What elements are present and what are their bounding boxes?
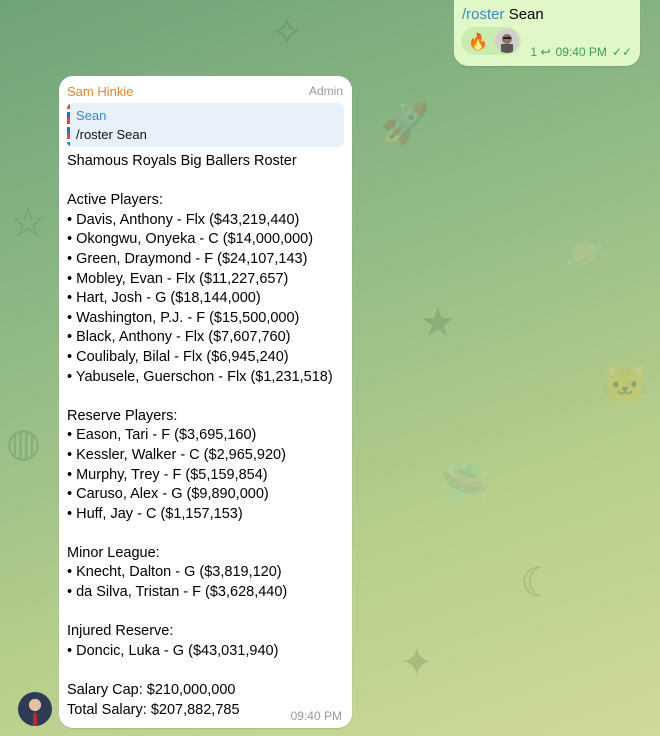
roster-text: Shamous Royals Big Ballers Roster Active …: [67, 152, 349, 720]
roster-line: • Hart, Josh - G ($18,144,000): [67, 290, 261, 307]
rocket-icon: 🚀: [380, 102, 430, 146]
roster-line: Salary Cap: $210,000,000: [67, 682, 236, 699]
quoted-sender: Sean: [76, 108, 107, 123]
roster-line: • Washington, P.J. - F ($15,500,000): [67, 309, 300, 326]
read-checkmarks-icon: ✓✓: [611, 45, 632, 59]
roster-line: Injured Reserve:: [67, 623, 174, 640]
reaction-chip[interactable]: 🔥: [461, 27, 521, 55]
fire-reaction-icon: 🔥: [468, 34, 488, 51]
roster-line: • Coulibaly, Bilal - Flx ($6,945,240): [67, 348, 289, 365]
star-icon: ✦: [400, 641, 434, 685]
bot-command-link[interactable]: /roster: [462, 6, 505, 23]
reply-quote[interactable]: Sean /roster Sean: [67, 103, 344, 147]
command-argument: Sean: [508, 6, 544, 23]
quoted-text: /roster Sean: [76, 127, 147, 142]
roster-line: • Eason, Tari - F ($3,695,160): [67, 427, 257, 444]
roster-line: • Kessler, Walker - C ($2,965,920): [67, 446, 286, 463]
roster-line: • Mobley, Evan - Flx ($11,227,657): [67, 270, 289, 287]
ufo-icon: 🛸: [440, 462, 490, 506]
roster-line: • Doncic, Luka - G ($43,031,940): [67, 642, 279, 659]
roster-line: • Yabusele, Guerschon - Flx ($1,231,518): [67, 368, 333, 385]
message-time: 09:40 PM: [290, 709, 342, 723]
planet-icon: ◍: [6, 421, 41, 465]
quote-bar: [67, 103, 70, 147]
star-icon: ☆: [10, 201, 46, 245]
cat-icon: 🐱: [600, 362, 650, 406]
roster-line: • da Silva, Tristan - F ($3,628,440): [67, 584, 288, 601]
roster-line: • Knecht, Dalton - G ($3,819,120): [67, 564, 282, 581]
roster-line: • Huff, Jay - C ($1,157,153): [67, 505, 243, 522]
reply-count: 1: [530, 45, 538, 59]
roster-line: • Davis, Anthony - Flx ($43,219,440): [67, 211, 300, 228]
roster-line: • Caruso, Alex - G ($9,890,000): [67, 486, 269, 503]
roster-line: Active Players:: [67, 192, 163, 209]
incoming-message[interactable]: Sam Hinkie Admin Sean /roster Sean Shamo…: [59, 76, 352, 728]
roster-line: Shamous Royals Big Ballers Roster: [67, 153, 297, 169]
reactor-avatar: [495, 29, 519, 53]
planet-icon: 🪐: [560, 232, 610, 276]
sender-name[interactable]: Sam Hinkie: [67, 84, 133, 99]
message-time: 09:40 PM: [555, 45, 607, 59]
roster-line: • Green, Draymond - F ($24,107,143): [67, 250, 308, 267]
star-icon: ★: [420, 301, 456, 345]
roster-line: Reserve Players:: [67, 407, 178, 424]
roster-line: • Murphy, Trey - F ($5,159,854): [67, 466, 268, 483]
sender-avatar[interactable]: [18, 692, 52, 726]
moon-icon: ☾: [520, 561, 556, 605]
avatar-tie: [33, 713, 37, 726]
message-meta: 1 ↩ 09:40 PM ✓✓: [530, 45, 632, 59]
admin-badge: Admin: [308, 84, 343, 98]
reply-count-button[interactable]: 1 ↩: [530, 45, 550, 59]
reply-icon: ↩: [540, 45, 551, 59]
roster-line: • Okongwu, Onyeka - C ($14,000,000): [67, 231, 314, 248]
roster-line: • Black, Anthony - Flx ($7,607,760): [67, 329, 291, 346]
star-icon: ✧: [270, 11, 304, 55]
roster-line: Minor League:: [67, 544, 160, 561]
outgoing-message[interactable]: /roster Sean 🔥 1 ↩ 09:40 PM ✓✓: [454, 0, 640, 66]
message-text: /roster Sean: [462, 6, 544, 23]
